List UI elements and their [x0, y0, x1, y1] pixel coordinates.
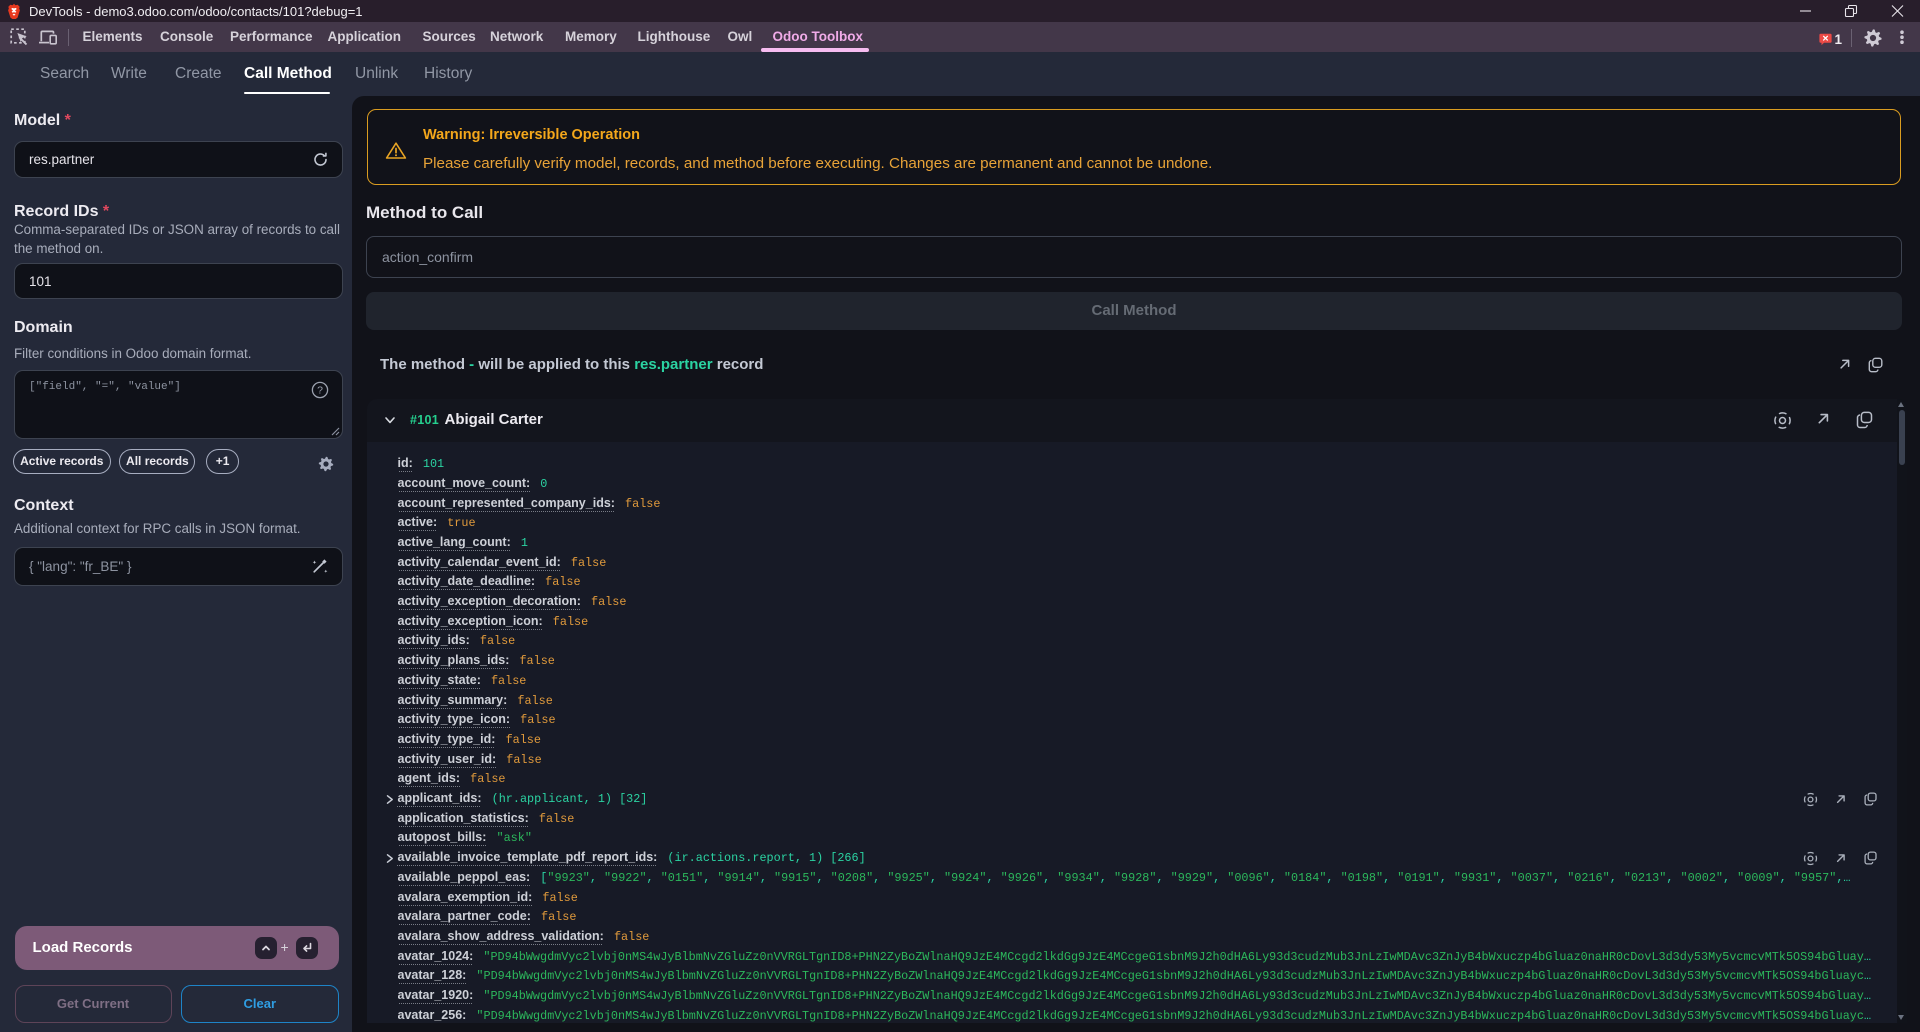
svg-text:?: ?: [317, 385, 323, 397]
